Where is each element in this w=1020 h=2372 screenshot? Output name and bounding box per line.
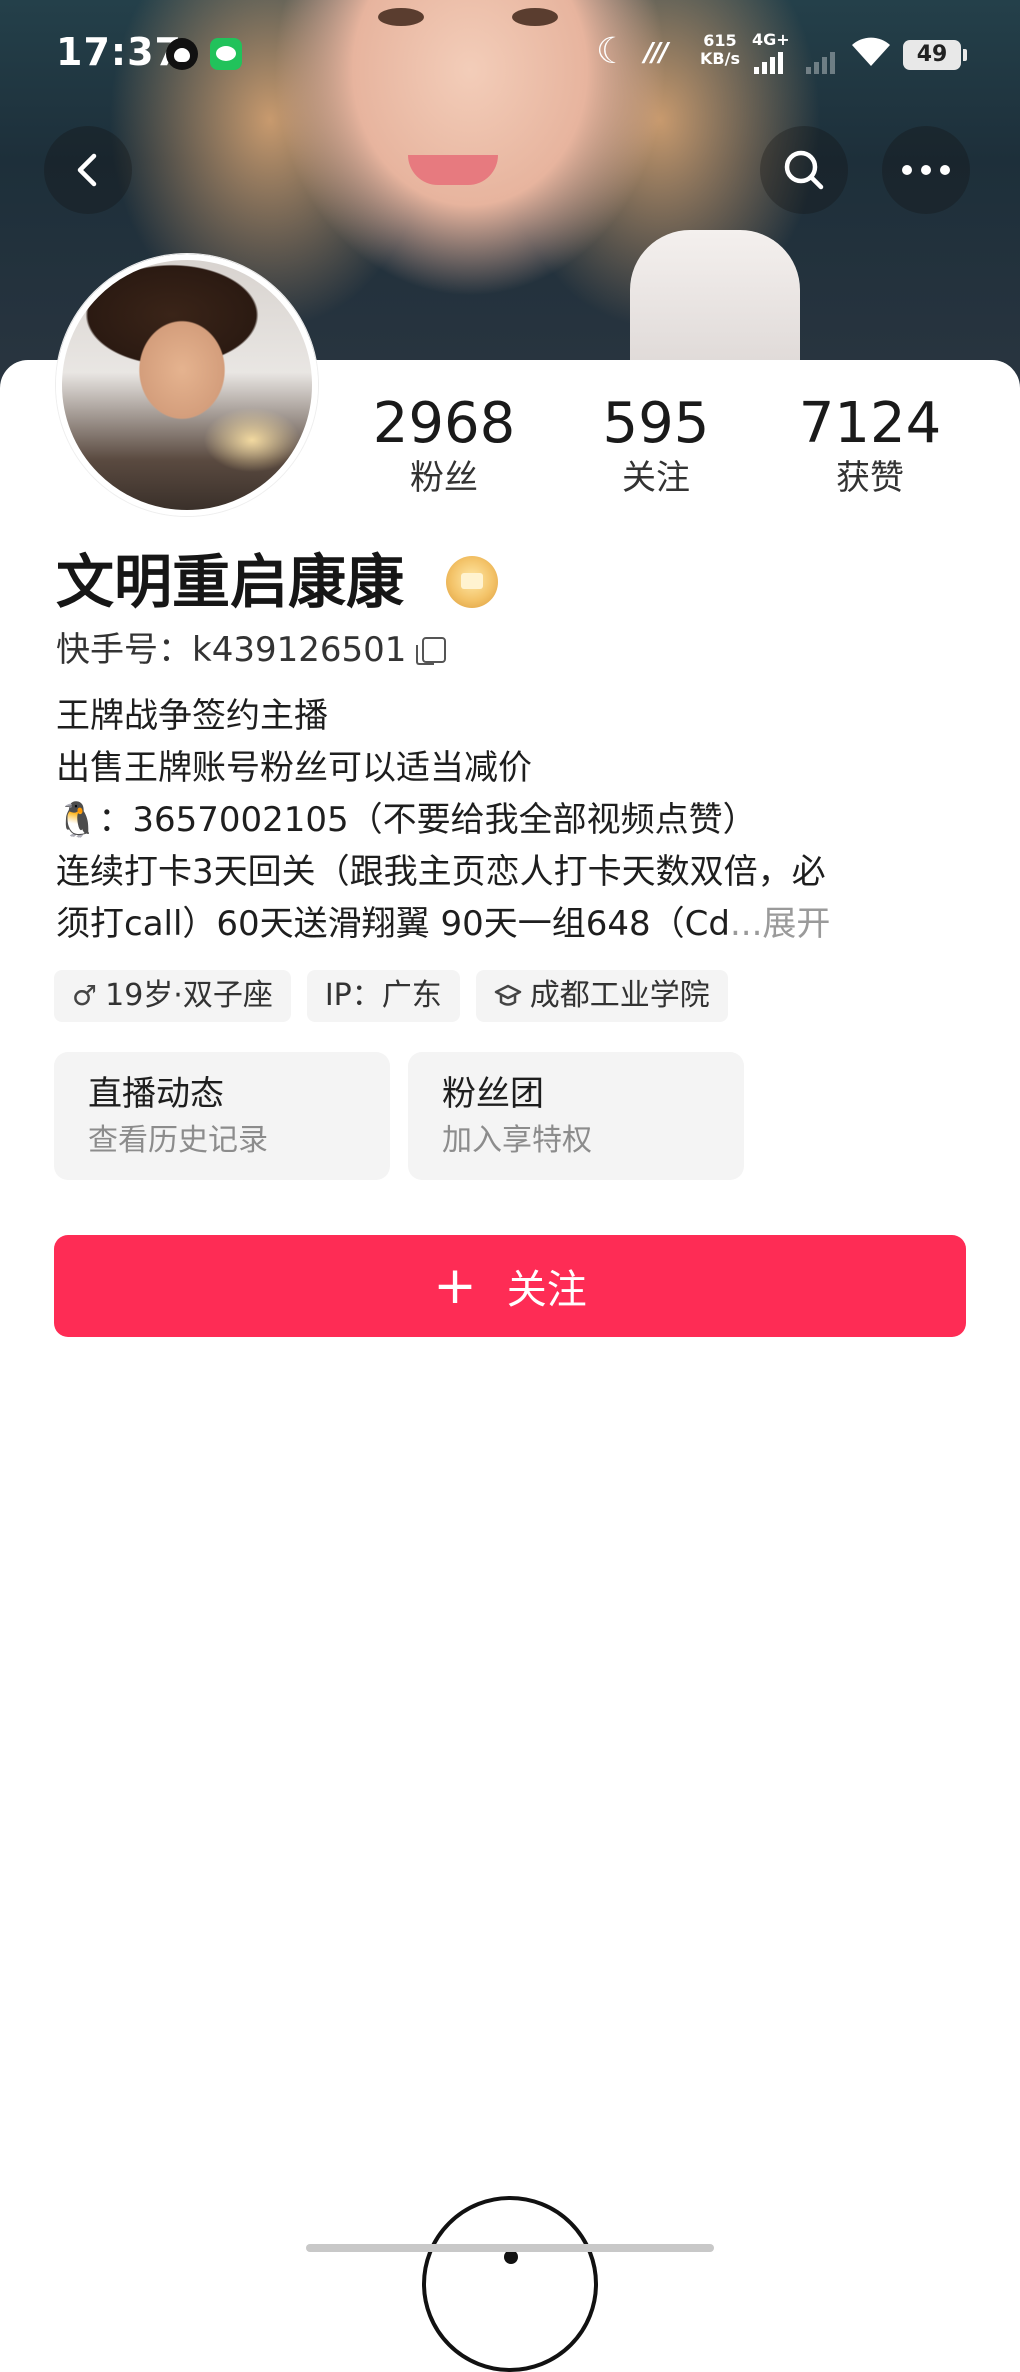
wifi-icon — [850, 34, 892, 77]
kuaishou-id-row[interactable]: 快手号：k439126501 — [56, 626, 447, 674]
more-icon — [902, 165, 950, 175]
graduation-cap-icon — [494, 984, 522, 1006]
tag-age-text: 19岁·双子座 — [105, 978, 273, 1013]
signal-icon — [754, 52, 783, 74]
home-indicator[interactable] — [306, 2244, 714, 2252]
male-icon: ♂ — [72, 979, 98, 1012]
plus-icon: + — [433, 1256, 477, 1316]
verified-badge-icon[interactable] — [446, 556, 498, 608]
bio-line-last: 须打call）60天送滑翔翼 90天一组648（Cd...展开 — [56, 898, 956, 950]
chevron-left-icon — [77, 153, 97, 187]
tag-ip: IP：广东 — [306, 970, 460, 1022]
stat-likes-label: 获赞 — [836, 458, 904, 498]
copy-icon[interactable] — [416, 637, 447, 665]
status-bar: 17:37 ☾ /// 615 KB/s 4G+ 49 — [0, 0, 1020, 110]
speed-unit: KB/s — [700, 49, 740, 68]
search-icon — [784, 150, 824, 190]
stat-following-label: 关注 — [622, 458, 690, 498]
feature-title: 直播动态 — [88, 1074, 224, 1114]
cover-mouth — [408, 155, 498, 185]
feature-title: 粉丝团 — [442, 1074, 544, 1114]
back-button[interactable] — [44, 126, 132, 214]
stat-followers[interactable]: 2968 粉丝 — [354, 392, 534, 500]
profile-tags: ♂ 19岁·双子座 IP：广东 成都工业学院 — [54, 970, 728, 1022]
battery-icon: 49 — [903, 40, 967, 70]
stat-following[interactable]: 595 关注 — [566, 392, 746, 500]
wechat-icon — [210, 38, 242, 70]
feature-subtitle: 加入享特权 — [442, 1123, 592, 1158]
profile-bio: 王牌战争签约主播 出售王牌账号粉丝可以适当减价 🐧：3657002105（不要给… — [56, 690, 956, 950]
signal-icon-sim2 — [806, 52, 835, 74]
search-button[interactable] — [760, 126, 848, 214]
follow-button-label: 关注 — [506, 1267, 587, 1313]
live-history-card[interactable]: 直播动态 查看历史记录 — [54, 1052, 390, 1180]
stat-followers-count: 2968 — [372, 391, 516, 456]
bio-line-text: 须打call）60天送滑翔翼 90天一组648（Cd — [56, 904, 730, 944]
network-type: 4G+ — [752, 30, 790, 49]
stat-likes[interactable]: 7124 获赞 — [780, 392, 960, 500]
tag-age: ♂ 19岁·双子座 — [54, 970, 291, 1022]
tag-school-text: 成都工业学院 — [529, 978, 710, 1013]
bio-line: 🐧：3657002105（不要给我全部视频点赞） — [56, 800, 757, 840]
fan-group-card[interactable]: 粉丝团 加入享特权 — [408, 1052, 744, 1180]
stat-likes-count: 7124 — [798, 391, 942, 456]
tag-ip-text: IP：广东 — [324, 978, 442, 1013]
avatar[interactable] — [56, 254, 318, 516]
bio-expand-link[interactable]: 展开 — [762, 904, 830, 944]
network-speed: 615 KB/s — [700, 32, 740, 68]
qq-icon — [166, 38, 198, 70]
moon-icon: ☾ — [596, 31, 629, 72]
follow-button[interactable]: + 关注 — [54, 1235, 966, 1337]
bio-line: 出售王牌账号粉丝可以适当减价 — [56, 748, 532, 788]
stat-followers-label: 粉丝 — [410, 458, 478, 498]
bio-line: 王牌战争签约主播 — [56, 696, 328, 736]
kuaishou-id: 快手号：k439126501 — [56, 630, 407, 670]
bio-line: 连续打卡3天回关（跟我主页恋人打卡天数双倍，必 — [56, 852, 826, 892]
feature-subtitle: 查看历史记录 — [88, 1123, 268, 1158]
speed-value: 615 — [703, 31, 737, 50]
bio-ellipsis: ... — [729, 904, 763, 944]
tag-school[interactable]: 成都工业学院 — [475, 970, 728, 1022]
floating-camera-button[interactable] — [422, 2196, 598, 2372]
status-time: 17:37 — [56, 30, 182, 74]
stat-following-count: 595 — [602, 391, 710, 456]
profile-name: 文明重启康康 — [56, 548, 405, 616]
hd-icon: /// — [644, 38, 668, 68]
more-button[interactable] — [882, 126, 970, 214]
